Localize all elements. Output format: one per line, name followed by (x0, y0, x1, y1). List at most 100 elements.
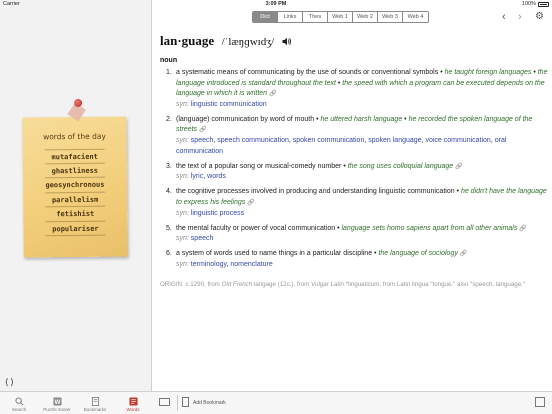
definition-text: the cognitive processes involved in prod… (176, 188, 455, 196)
example-sentence: language sets homo sapiens apart from al… (341, 224, 518, 232)
svg-text:W: W (54, 398, 60, 405)
battery-icon (538, 2, 549, 7)
tab-label: Puzzle Solver (43, 407, 71, 412)
tab-bar: Search W Puzzle Solver Bookmarks Words (0, 391, 152, 414)
example-sentence: he taught foreign languages (444, 69, 532, 76)
synonym-link[interactable]: lyric (191, 173, 203, 180)
segment-web-4[interactable]: Web 4 (403, 12, 428, 22)
tab-search[interactable]: Search (0, 392, 38, 414)
segment-dict[interactable]: Dict (253, 12, 278, 22)
clock: 3:09 PM (265, 1, 287, 7)
expand-icon[interactable]: ⟨⟩ (4, 378, 15, 388)
word-of-day-item[interactable]: ghastliness (44, 163, 105, 179)
entry-header: lan·guage /ˈlæŋɡwɪdʒ/ (160, 32, 548, 51)
sense-list: 1. a systematic means of communicating by… (160, 68, 548, 271)
sidebar: words of the day mutafacient ghastliness… (0, 0, 152, 414)
definition-text: (language) communication by word of mout… (176, 115, 315, 123)
edit-icon[interactable] (535, 397, 545, 407)
link-icon[interactable]: 🔗 (455, 164, 462, 170)
synonym-link[interactable]: linguistic communication (191, 101, 267, 108)
synonym-link[interactable]: linguistic process (191, 210, 244, 217)
tab-bookmarks[interactable]: Bookmarks (76, 392, 114, 414)
add-bookmark-button[interactable]: Add Bookmark (193, 400, 226, 406)
battery-percent: 100% (521, 1, 536, 7)
example-sentence: he uttered harsh language (320, 115, 403, 123)
link-icon[interactable]: 🔗 (460, 251, 467, 257)
synonym-label: syn: (176, 261, 191, 268)
word-of-day-item[interactable]: populariser (45, 221, 106, 237)
etymology: ORIGIN: c.1290, from Old French langage … (160, 280, 526, 288)
definition-sense: 6. a system of words used to name things … (166, 250, 468, 268)
note-title: words of the day (43, 131, 106, 142)
status-bar: Carrier 3:09 PM 100% (0, 0, 552, 8)
definition-sense: 5. the mental faculty or power of vocal c… (166, 224, 527, 243)
word-of-day-item[interactable]: fetishist (45, 206, 106, 222)
add-bookmark-icon[interactable] (182, 397, 189, 407)
synonym-link[interactable]: nomenclature (230, 261, 272, 268)
segment-thes[interactable]: Thes (303, 12, 328, 22)
definition-text: the mental faculty or power of vocal com… (176, 224, 336, 232)
mail-icon[interactable] (159, 398, 170, 406)
example-sentence: the song uses colloquial language (347, 162, 454, 170)
synonym-link[interactable]: words (207, 173, 226, 180)
definition-sense: 1. a systematic means of communicating by… (166, 69, 548, 108)
synonym-link[interactable]: terminology (191, 261, 227, 268)
pin-icon (67, 98, 87, 122)
synonym-label: syn: (176, 209, 191, 217)
word-of-day-item[interactable]: mutafacient (44, 148, 105, 164)
synonym-link[interactable]: spoken language (368, 137, 421, 144)
words-of-the-day-note: words of the day mutafacient ghastliness… (22, 98, 128, 258)
synonym-label: syn: (176, 137, 191, 145)
segment-web-2[interactable]: Web 2 (353, 12, 378, 22)
main-panel: Dict Links Thes Web 1 Web 2 Web 3 Web 4 … (152, 0, 552, 414)
puzzle-icon: W (52, 396, 62, 406)
definition-text: the text of a popular song or musical-co… (176, 162, 342, 170)
definition-sense: 2. (language) communication by word of mo… (166, 115, 533, 155)
toolbar: Dict Links Thes Web 1 Web 2 Web 3 Web 4 … (152, 8, 552, 26)
synonym-link[interactable]: spoken communication (293, 137, 365, 144)
speaker-icon[interactable] (282, 33, 292, 51)
source-segmented-control: Dict Links Thes Web 1 Web 2 Web 3 Web 4 (252, 11, 429, 23)
synonym-link[interactable]: voice communication (425, 137, 490, 144)
definition-sense: 3. the text of a popular song or musical-… (166, 162, 463, 181)
word-of-day-item[interactable]: geosynchronous (44, 177, 106, 193)
definition-text: a system of words used to name things in… (176, 250, 373, 258)
tab-label: Bookmarks (83, 407, 107, 412)
synonym-link[interactable]: speech (191, 137, 214, 144)
pronunciation: /ˈlæŋɡwɪdʒ/ (221, 36, 275, 48)
word-of-day-item[interactable]: parallelism (45, 192, 106, 208)
synonym-link[interactable]: speech (191, 235, 214, 242)
tab-puzzle-solver[interactable]: W Puzzle Solver (38, 392, 76, 414)
headword: lan·guage (160, 33, 215, 48)
gear-icon[interactable]: ⚙ (535, 11, 544, 23)
definition-text: a systematic means of communicating by t… (176, 69, 439, 76)
link-icon[interactable]: 🔗 (199, 127, 206, 133)
synonym-link[interactable]: speech communication (217, 137, 289, 144)
definition-sense: 4. the cognitive processes involved in pr… (166, 188, 547, 217)
divider (177, 395, 178, 411)
bottom-toolbar: Add Bookmark (152, 391, 552, 414)
forward-chevron-icon[interactable]: › (518, 11, 522, 23)
bookmark-icon (90, 396, 100, 406)
tab-label: Search (11, 407, 27, 412)
sense-number: 6. (166, 250, 172, 258)
sense-number: 3. (166, 162, 172, 170)
synonym-label: syn: (176, 235, 191, 243)
dictionary-entry: lan·guage /ˈlæŋɡwɪdʒ/ noun 1. a systemati… (160, 32, 548, 289)
synonym-label: syn: (176, 100, 191, 108)
words-icon (128, 396, 138, 406)
link-icon[interactable]: 🔗 (269, 91, 276, 97)
back-chevron-icon[interactable]: ‹ (502, 11, 506, 23)
tab-words[interactable]: Words (114, 392, 152, 414)
segment-web-3[interactable]: Web 3 (378, 12, 403, 22)
part-of-speech: noun (160, 57, 178, 64)
word-list: mutafacient ghastliness geosynchronous p… (23, 148, 128, 237)
segment-web-1[interactable]: Web 1 (328, 12, 353, 22)
sense-number: 4. (166, 188, 172, 196)
segment-links[interactable]: Links (278, 12, 303, 22)
sense-number: 1. (166, 69, 172, 76)
link-icon[interactable]: 🔗 (247, 200, 254, 206)
sense-number: 2. (166, 115, 172, 123)
search-icon (14, 396, 24, 406)
link-icon[interactable]: 🔗 (519, 226, 526, 232)
